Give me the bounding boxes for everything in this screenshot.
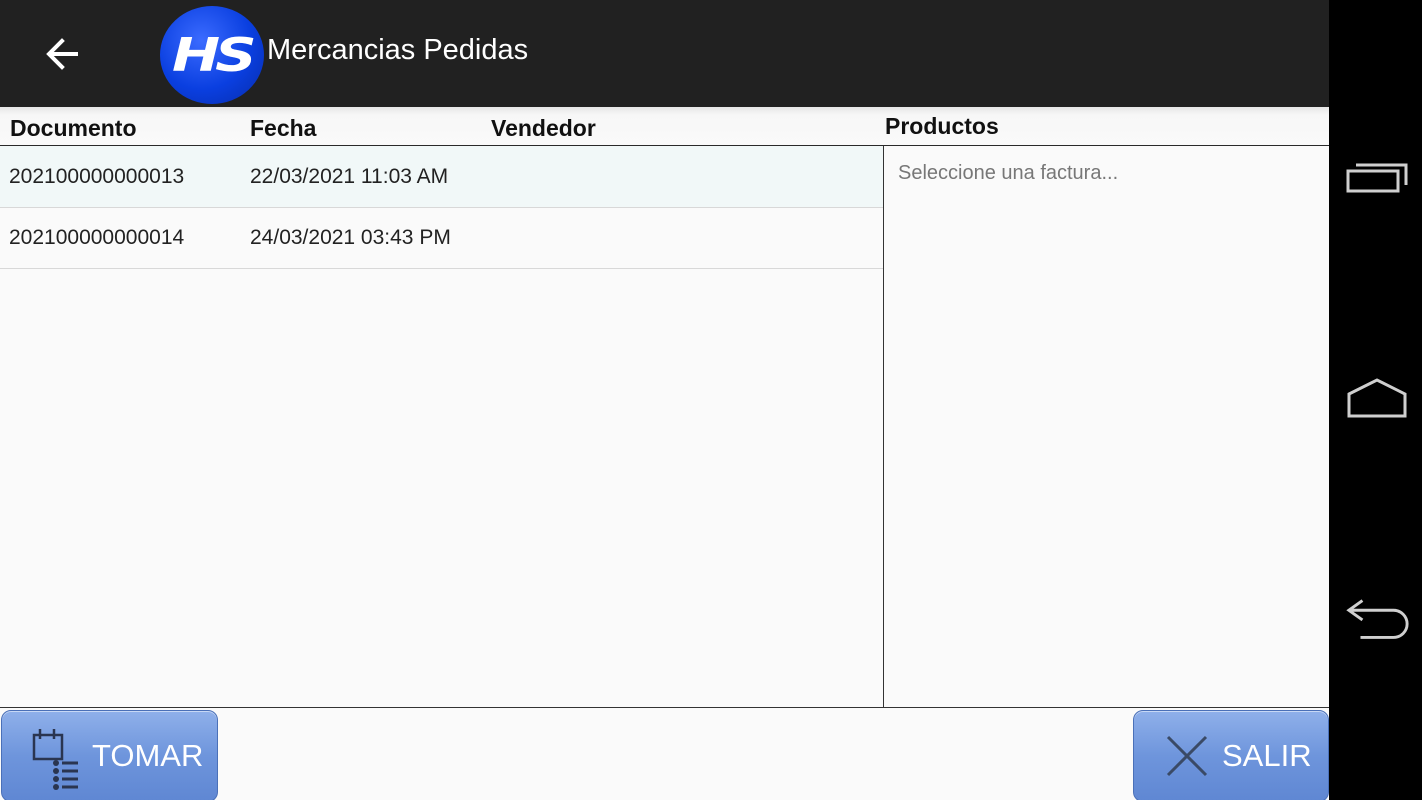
logo-text: HS [172, 28, 257, 82]
home-button[interactable] [1343, 373, 1411, 423]
app-bar: HS Mercancias Pedidas [0, 0, 1329, 107]
calendar-list-icon [32, 729, 78, 790]
recent-apps-icon [1346, 163, 1408, 193]
back-button[interactable] [38, 30, 86, 78]
close-x-icon [1166, 735, 1208, 777]
app-screen: HS Mercancias Pedidas Documento Fecha Ve… [0, 0, 1329, 800]
documents-list: 202100000000013 22/03/2021 11:03 AM 2021… [0, 146, 883, 707]
products-panel: Seleccione una factura... [884, 146, 1329, 707]
products-placeholder: Seleccione una factura... [898, 162, 1119, 184]
column-header-documento: Documento [10, 115, 137, 141]
table-header: Documento Fecha Vendedor Productos [0, 107, 1329, 146]
system-nav-bar [1329, 0, 1422, 800]
table-row[interactable]: 202100000000014 24/03/2021 03:43 PM [0, 207, 883, 269]
table-row[interactable]: 202100000000013 22/03/2021 11:03 AM [0, 146, 883, 208]
tomar-label: TOMAR [92, 738, 204, 773]
home-icon [1347, 378, 1407, 418]
column-header-vendedor: Vendedor [491, 115, 596, 141]
arrow-left-icon [46, 38, 78, 70]
hs-logo: HS [160, 6, 264, 104]
cell-fecha: 22/03/2021 11:03 AM [250, 165, 449, 188]
cell-documento: 202100000000013 [9, 165, 185, 188]
recent-apps-button[interactable] [1343, 152, 1411, 202]
cell-fecha: 24/03/2021 03:43 PM [250, 226, 451, 249]
column-header-productos: Productos [885, 113, 999, 139]
salir-button[interactable]: SALIR [1133, 710, 1329, 800]
column-header-fecha: Fecha [250, 115, 317, 141]
tomar-button[interactable]: TOMAR [1, 710, 218, 800]
salir-label: SALIR [1222, 738, 1312, 773]
system-back-button[interactable] [1343, 594, 1411, 644]
page-title: Mercancias Pedidas [267, 34, 529, 66]
bottom-bar: TOMAR SALIR [0, 707, 1329, 800]
cell-documento: 202100000000014 [9, 226, 185, 249]
back-icon [1346, 599, 1409, 639]
